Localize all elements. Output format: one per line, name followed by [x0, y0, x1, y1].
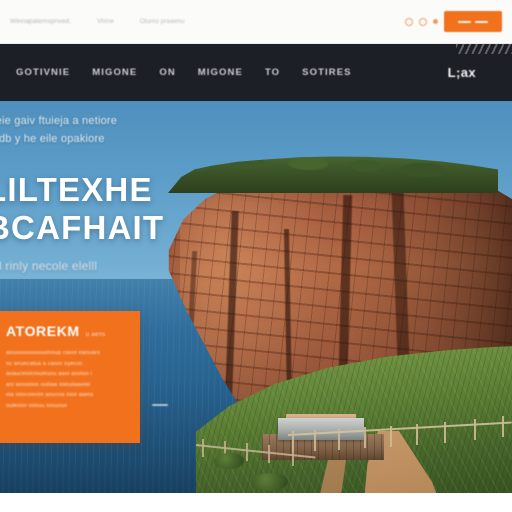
topbar-brand-text: Winnapatemsprived. — [10, 18, 72, 25]
nav-glare-decoration — [456, 44, 512, 54]
fence-post — [338, 429, 340, 450]
shrub-clump-3 — [288, 157, 328, 170]
fence-rail — [195, 444, 316, 459]
feature-card-line-5: oia ioiocoieoin aoucoa ioioi aaeia — [6, 392, 94, 398]
feature-card-line-4: ani woioeion ouliaw ioieuiiaaeiei — [6, 381, 91, 388]
topbar-right-group — [405, 11, 502, 32]
fence-post — [474, 419, 476, 440]
fence-post — [364, 427, 366, 448]
fence-post — [292, 448, 294, 466]
top-utility-bar: Winnapatemsprived. Vhine Olumo praaenu — [0, 0, 512, 44]
main-navbar: GOTIVNIE MIGONE ON MIGONE TO SOTIRES L;a… — [0, 44, 512, 101]
hero-headline-line-2: BCAFHAIT — [0, 209, 165, 246]
fence-post — [390, 426, 392, 447]
nav-item-6[interactable]: SOTIRES — [302, 67, 351, 78]
fence-post — [246, 443, 248, 461]
hero-eyebrow-line-2: aldb y he eile opakiore — [0, 133, 105, 145]
fence-post — [416, 424, 418, 445]
shrub-clump-5 — [400, 163, 444, 177]
nav-item-1[interactable]: GOTIVNIE — [16, 67, 70, 78]
page-bottom-edge — [0, 493, 512, 512]
hero-eyebrow-line-1: Teie gaiv ftuieja a netiore — [0, 115, 118, 127]
hero-copy-block: Teie gaiv ftuieja a netiore aldb y he ei… — [0, 112, 250, 275]
nav-item-2[interactable]: MIGONE — [92, 67, 137, 78]
landing-page: Winnapatemsprived. Vhine Olumo praaenu G… — [0, 0, 512, 512]
fence-post — [202, 439, 204, 457]
topbar-left-group: Winnapatemsprived. Vhine Olumo praaenu — [10, 18, 405, 25]
hero-subcopy: ad rinly necole elelll — [0, 259, 98, 273]
site-logo[interactable]: L;ax — [448, 65, 498, 80]
nav-item-4[interactable]: MIGONE — [198, 67, 243, 78]
feature-card-subtitle: u aens — [85, 332, 106, 338]
fence-post — [444, 422, 446, 443]
circle-outline-icon[interactable] — [405, 17, 413, 26]
nav-item-3[interactable]: ON — [159, 67, 175, 78]
trail-fence-upper — [287, 416, 512, 457]
feature-card-header: ATOREKM u aens — [6, 323, 130, 339]
shrub-clump-4 — [350, 160, 380, 172]
topbar-link-2[interactable]: Olumo praaenu — [140, 18, 185, 25]
feature-card-line-6: ouieoior ioiouu ioououe — [6, 402, 68, 409]
nav-links: GOTIVNIE MIGONE ON MIGONE TO SOTIRES — [16, 67, 448, 78]
nav-item-5[interactable]: TO — [265, 67, 280, 78]
fence-post — [268, 445, 270, 463]
feature-card-title: ATOREKM — [6, 323, 80, 339]
feature-card-line-2: oc wruecatua a caoor oyecoc — [6, 360, 83, 367]
menu-button[interactable] — [444, 11, 502, 32]
feature-card[interactable]: ATOREKM u aens aiuuuuuuuuuuumoup caooi e… — [0, 311, 140, 443]
fence-post — [502, 416, 504, 437]
feature-card-line-3: aoauceioiciouieuou aaoi aooiuo i — [6, 371, 92, 377]
boat-wake-1 — [152, 404, 168, 406]
menu-bar-icon-1 — [458, 20, 471, 23]
feature-card-line-1: aiuuuuuuuuuuumoup caooi eaouars — [6, 350, 100, 356]
menu-bar-icon-2 — [475, 20, 488, 23]
topbar-link-1[interactable]: Vhine — [97, 18, 114, 25]
circle-outline-icon-2[interactable] — [419, 17, 427, 26]
dot-icon[interactable] — [433, 19, 438, 24]
hero-headline-line-1: LILTEXHE — [0, 171, 153, 208]
